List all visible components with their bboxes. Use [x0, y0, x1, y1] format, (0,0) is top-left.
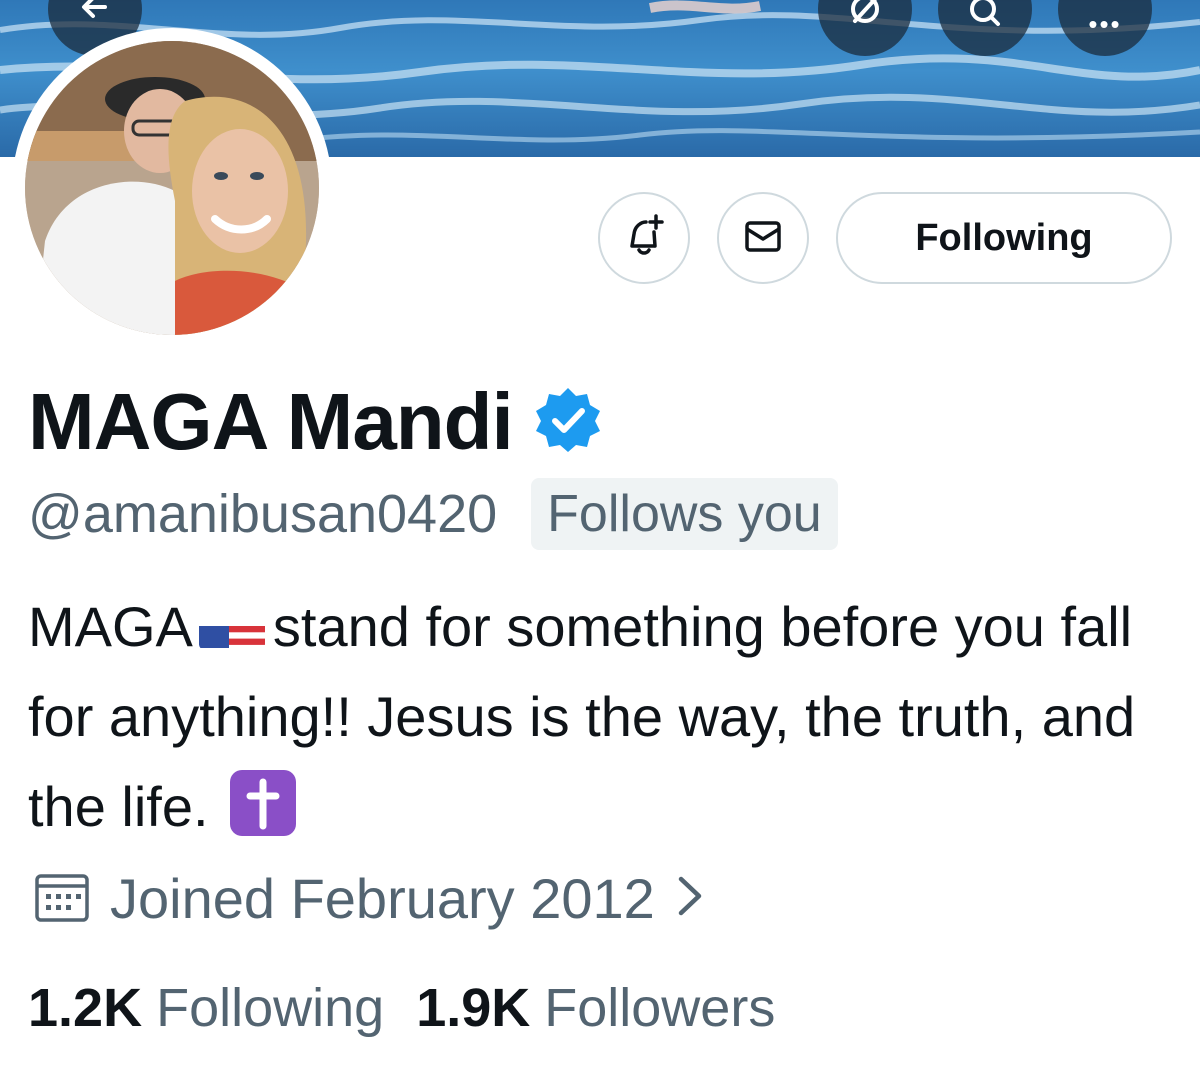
user-handle: @amanibusan0420 [28, 484, 498, 544]
avatar[interactable] [25, 41, 319, 335]
bio-text-rest: stand for something before you fall for … [28, 595, 1136, 838]
calendar-icon [32, 866, 92, 931]
followers-label[interactable]: Followers [544, 977, 775, 1039]
bio-text-start: MAGA [28, 595, 193, 658]
avatar-photo [25, 41, 319, 335]
joined-row[interactable]: Joined February 2012 [32, 858, 707, 938]
grok-icon [845, 0, 885, 32]
following-label[interactable]: Following [156, 977, 384, 1039]
follows-you-badge: Follows you [531, 478, 838, 550]
arrow-left-icon [75, 0, 115, 32]
search-icon [965, 0, 1005, 32]
followers-count[interactable]: 1.9K [416, 977, 530, 1039]
bell-plus-icon [620, 212, 668, 265]
name-row: MAGA Mandi [28, 372, 603, 472]
following-button[interactable]: Following [836, 192, 1172, 284]
joined-date: Joined February 2012 [110, 866, 655, 930]
chevron-right-icon [673, 871, 707, 926]
us-flag-icon [198, 606, 265, 650]
verified-badge-icon[interactable] [533, 385, 603, 460]
notify-button[interactable] [598, 192, 690, 284]
message-button[interactable] [717, 192, 809, 284]
handle-row: @amanibusan0420 Follows you [28, 476, 838, 552]
latin-cross-icon [230, 770, 297, 836]
more-horizontal-icon: ••• [1088, 8, 1122, 39]
mail-icon [739, 212, 787, 265]
following-count[interactable]: 1.2K [28, 977, 142, 1039]
profile-bio: MAGA stand for something before you fall … [28, 582, 1178, 852]
follow-stats: 1.2K Following 1.9K Followers [28, 970, 807, 1046]
display-name: MAGA Mandi [28, 377, 514, 466]
